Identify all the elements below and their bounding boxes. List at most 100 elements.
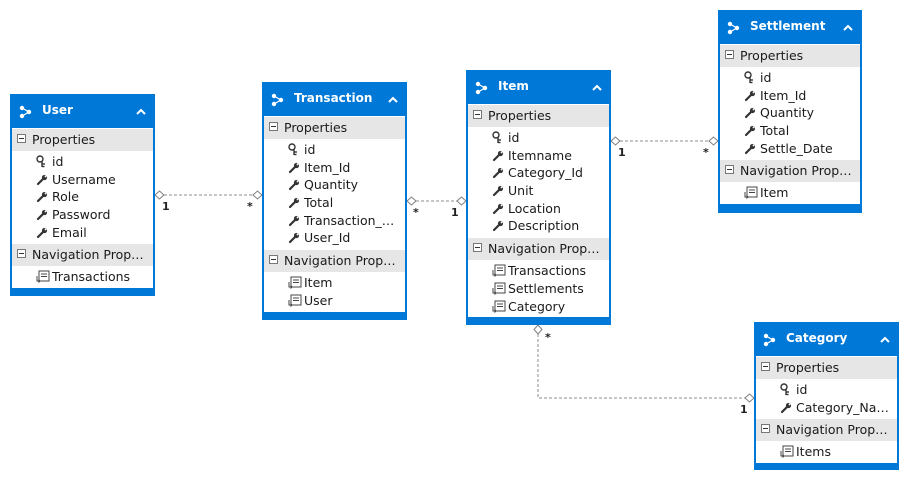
property-name: Description	[508, 218, 580, 234]
property-row[interactable]: id	[12, 153, 153, 171]
entity-transaction[interactable]: Transaction Properties id Item_Id Quantity T…	[262, 82, 407, 320]
wrench-icon	[288, 178, 300, 191]
property-row[interactable]: Description	[468, 217, 609, 235]
navigation-section-label: Navigation Proper...	[32, 247, 149, 263]
navigation-property-icon	[744, 186, 758, 200]
entity-settlement-title: Settlement	[750, 19, 826, 33]
property-row[interactable]: Item_Id	[720, 87, 860, 105]
navigation-property-icon	[492, 264, 506, 277]
entity-icon	[474, 80, 490, 95]
wrench-icon	[744, 106, 756, 119]
entity-item-header[interactable]: Item	[468, 70, 609, 104]
collapse-section-icon[interactable]	[473, 110, 482, 119]
navigation-row[interactable]: Item	[264, 274, 405, 292]
navigation-section-header[interactable]: Navigation Proper...	[720, 159, 860, 183]
property-row[interactable]: id	[468, 129, 609, 147]
navigation-list: Item User	[264, 272, 405, 311]
navigation-row[interactable]: Settlements	[468, 280, 609, 298]
properties-section-label: Properties	[776, 360, 840, 375]
entity-settlement-header[interactable]: Settlement	[720, 10, 860, 44]
property-row[interactable]: Username	[12, 171, 153, 189]
property-row[interactable]: id	[756, 381, 897, 399]
entity-category-header[interactable]: Category	[756, 322, 897, 356]
entity-transaction-body: Properties id Item_Id Quantity Total Transact…	[264, 116, 405, 312]
wrench-icon	[36, 173, 48, 186]
collapse-section-icon[interactable]	[761, 362, 770, 371]
chevron-up-icon[interactable]	[387, 91, 399, 103]
navigation-list: Item	[720, 182, 860, 204]
collapse-section-icon[interactable]	[473, 243, 482, 253]
property-row[interactable]: Quantity	[264, 176, 405, 194]
navigation-section-label: Navigation Proper...	[740, 163, 856, 179]
property-row[interactable]: Transaction_Da...	[264, 212, 405, 230]
property-name: Quantity	[760, 105, 815, 121]
property-row[interactable]: Location	[468, 200, 609, 218]
properties-list: id Itemname Category_Id Unit Location Descrip…	[468, 127, 609, 237]
collapse-section-icon[interactable]	[269, 122, 278, 131]
assoc-category-diamond	[744, 393, 755, 403]
mult-transaction-item-1: 1	[451, 206, 459, 219]
mult-item-category-1: 1	[740, 403, 748, 416]
chevron-up-icon[interactable]	[879, 331, 891, 343]
navigation-name: User	[304, 292, 333, 308]
navigation-row[interactable]: Transactions	[468, 262, 609, 280]
wrench-icon	[288, 161, 300, 174]
property-row[interactable]: Category_Id	[468, 164, 609, 182]
entity-category[interactable]: Category Properties id Category_Name Naviga…	[754, 322, 899, 470]
collapse-section-icon[interactable]	[17, 134, 26, 143]
property-row[interactable]: Category_Name	[756, 399, 897, 417]
property-row[interactable]: Email	[12, 224, 153, 242]
navigation-row[interactable]: Transactions	[12, 268, 153, 286]
chevron-up-icon[interactable]	[591, 79, 603, 91]
property-row[interactable]: Itemname	[468, 147, 609, 165]
property-row[interactable]: Item_Id	[264, 159, 405, 177]
property-row[interactable]: Quantity	[720, 104, 860, 122]
navigation-row[interactable]: Category	[468, 298, 609, 316]
property-row[interactable]: Unit	[468, 182, 609, 200]
collapse-section-icon[interactable]	[725, 165, 734, 175]
properties-section-header[interactable]: Properties	[468, 104, 609, 127]
properties-section-header[interactable]: Properties	[720, 44, 860, 67]
navigation-section-header[interactable]: Navigation Proper...	[756, 418, 897, 442]
property-row[interactable]: Password	[12, 206, 153, 224]
entity-item[interactable]: Item Properties id Itemname Category_Id Unit…	[466, 70, 611, 325]
navigation-list: Transactions Settlements Category	[468, 260, 609, 317]
chevron-up-icon[interactable]	[135, 103, 147, 115]
wrench-icon	[744, 142, 756, 155]
entity-settlement[interactable]: Settlement Properties id Item_Id Quantity To…	[718, 10, 862, 213]
key-icon	[36, 155, 48, 168]
properties-section-header[interactable]: Properties	[264, 116, 405, 139]
diagram-canvas: 1 * * 1 1 * * 1 User Properties id Usernam…	[0, 0, 907, 480]
property-row[interactable]: id	[264, 141, 405, 159]
property-name: Password	[52, 207, 111, 223]
collapse-section-icon[interactable]	[725, 50, 734, 59]
navigation-section-label: Navigation Proper...	[488, 241, 605, 257]
property-row[interactable]: Total	[264, 194, 405, 212]
properties-section-header[interactable]: Properties	[756, 356, 897, 379]
property-row[interactable]: Role	[12, 188, 153, 206]
navigation-section-header[interactable]: Navigation Proper...	[12, 243, 153, 267]
property-row[interactable]: Total	[720, 122, 860, 140]
navigation-row[interactable]: Items	[756, 443, 897, 461]
key-icon	[288, 143, 300, 156]
assoc-item-start-diamond	[456, 196, 467, 206]
navigation-row[interactable]: User	[264, 292, 405, 310]
entity-user[interactable]: User Properties id Username Role Password Ema…	[10, 94, 155, 296]
collapse-section-icon[interactable]	[17, 249, 26, 259]
navigation-row[interactable]: Item	[720, 184, 860, 202]
entity-user-header[interactable]: User	[12, 94, 153, 128]
navigation-section-header[interactable]: Navigation Proper...	[468, 237, 609, 261]
entity-transaction-header[interactable]: Transaction	[264, 82, 405, 116]
property-name: id	[304, 142, 316, 157]
wrench-icon	[492, 184, 504, 197]
chevron-up-icon[interactable]	[842, 19, 854, 31]
property-row[interactable]: id	[720, 69, 860, 87]
wrench-icon	[492, 202, 504, 215]
collapse-section-icon[interactable]	[269, 255, 278, 265]
property-row[interactable]: User_Id	[264, 229, 405, 247]
property-row[interactable]: Settle_Date	[720, 140, 860, 158]
navigation-section-header[interactable]: Navigation Proper...	[264, 249, 405, 273]
wrench-icon	[492, 166, 504, 179]
collapse-section-icon[interactable]	[761, 424, 770, 434]
properties-section-header[interactable]: Properties	[12, 128, 153, 151]
